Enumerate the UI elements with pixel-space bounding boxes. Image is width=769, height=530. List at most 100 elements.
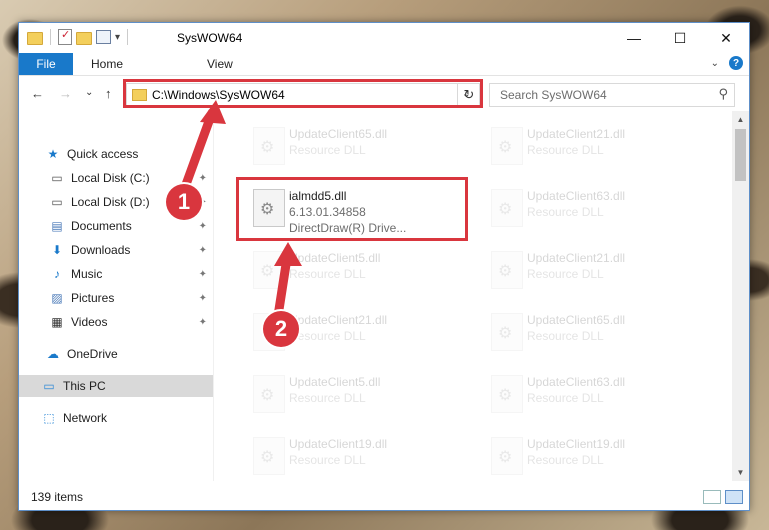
sidebar-item[interactable]: ▨ Pictures ✦ (19, 287, 213, 309)
sidebar-item[interactable]: ▦ Videos ✦ (19, 311, 213, 333)
file-type: Resource DLL (527, 329, 604, 343)
dll-file-icon (491, 437, 523, 475)
pane-divider[interactable] (213, 111, 214, 481)
file-type: Resource DLL (527, 143, 604, 157)
ribbon-tabs: File Home View ⌄ ? (19, 53, 749, 76)
title-bar: ▾ SysWOW64 — ☐ ✕ (19, 23, 749, 53)
pin-icon[interactable]: ✦ (199, 317, 207, 328)
star-icon: ★ (47, 147, 59, 161)
properties-check-icon[interactable] (58, 28, 72, 45)
videos-icon: ▦ (51, 315, 63, 329)
sidebar-item[interactable]: ▭ This PC (19, 375, 213, 397)
music-icon: ♪ (54, 267, 60, 281)
file-name: UpdateClient65.dll (289, 127, 388, 141)
sidebar-item[interactable]: ★ Quick access (19, 143, 213, 165)
file-type: Resource DLL (289, 391, 366, 405)
cloud-icon: ☁ (47, 347, 59, 361)
sidebar-item-label: Pictures (71, 291, 115, 305)
scroll-down-icon[interactable]: ▼ (732, 464, 749, 481)
status-bar: 139 items (19, 482, 749, 510)
file-item[interactable]: UpdateClient5.dll Resource DLL (239, 243, 469, 299)
vertical-scrollbar[interactable]: ▲ ▼ (732, 111, 749, 481)
tab-view[interactable]: View (207, 57, 233, 71)
file-name: UpdateClient5.dll (289, 375, 381, 389)
file-item[interactable]: UpdateClient19.dll Resource DLL (239, 429, 469, 481)
file-type: Resource DLL (289, 453, 366, 467)
properties-icon[interactable] (96, 30, 111, 44)
help-icon[interactable]: ? (729, 56, 743, 70)
search-box[interactable]: Search SysWOW64 ⚲ (489, 83, 735, 107)
folder-icon (27, 32, 43, 45)
file-name: UpdateClient63.dll (527, 189, 626, 203)
recent-locations-button[interactable]: ⌄ (85, 87, 93, 98)
pin-icon[interactable]: ✦ (199, 245, 207, 256)
download-icon: ⬇ (51, 243, 63, 257)
toolbar-divider (50, 29, 51, 45)
sidebar-item-label: OneDrive (67, 347, 118, 361)
file-type: Resource DLL (527, 205, 604, 219)
close-button[interactable]: ✕ (703, 23, 749, 53)
file-item[interactable]: UpdateClient65.dll Resource DLL (239, 119, 469, 175)
expand-ribbon-icon[interactable]: ⌄ (711, 58, 719, 69)
drive-icon: ▭ (51, 195, 63, 209)
details-view-icon[interactable] (703, 490, 721, 504)
new-folder-icon[interactable] (76, 32, 92, 45)
callout-2: 2 (263, 311, 299, 347)
scroll-thumb[interactable] (735, 129, 746, 181)
navigation-pane: ★ Quick access ▭ Local Disk (C:) ✦ ▭ Local Dis… (19, 111, 213, 481)
tab-home[interactable]: Home (91, 57, 123, 71)
file-type: Resource DLL (289, 267, 366, 281)
file-type: Resource DLL (289, 329, 366, 343)
scroll-up-icon[interactable]: ▲ (732, 111, 749, 128)
dll-file-icon (491, 313, 523, 351)
pictures-icon: ▨ (51, 291, 63, 305)
minimize-button[interactable]: — (611, 23, 657, 53)
back-button[interactable]: ← (31, 86, 44, 101)
toolbar-divider (127, 29, 129, 45)
file-item[interactable]: UpdateClient65.dll Resource DLL (477, 305, 707, 361)
sidebar-item-label: Videos (71, 315, 108, 329)
pin-icon[interactable]: ✦ (199, 173, 207, 184)
file-item[interactable]: UpdateClient21.dll Resource DLL (477, 243, 707, 299)
maximize-button[interactable]: ☐ (657, 23, 703, 53)
customize-toolbar-icon[interactable]: ▾ (115, 32, 120, 43)
dll-file-icon (253, 251, 285, 289)
drive-icon: ▭ (51, 171, 63, 185)
file-item[interactable]: UpdateClient63.dll Resource DLL (477, 181, 707, 237)
pin-icon[interactable]: ✦ (199, 293, 207, 304)
quick-access-toolbar: ▾ (27, 28, 131, 45)
sidebar-item-label: Network (63, 411, 108, 425)
file-type: Resource DLL (289, 143, 366, 157)
file-item[interactable]: UpdateClient5.dll Resource DLL (239, 367, 469, 423)
tab-file[interactable]: File (19, 53, 73, 75)
sidebar-item-label: Downloads (71, 243, 131, 257)
tiles-view-icon[interactable] (725, 490, 743, 504)
file-item[interactable]: UpdateClient21.dll Resource DLL (477, 119, 707, 175)
dll-file-icon (491, 251, 523, 289)
file-item[interactable]: UpdateClient63.dll Resource DLL (477, 367, 707, 423)
up-button[interactable]: ↑ (105, 86, 112, 101)
dll-file-icon (491, 189, 523, 227)
sidebar-item-label: This PC (63, 379, 106, 393)
dll-file-icon (253, 375, 285, 413)
dll-file-icon (491, 127, 523, 165)
window-controls: — ☐ ✕ (611, 23, 749, 53)
forward-button[interactable]: → (59, 86, 72, 101)
file-item[interactable]: UpdateClient19.dll Resource DLL (477, 429, 707, 481)
callout-1: 1 (166, 184, 202, 220)
file-name: UpdateClient21.dll (289, 313, 388, 327)
sidebar-item-label: Music (71, 267, 103, 281)
sidebar-item[interactable]: ⬇ Downloads ✦ (19, 239, 213, 261)
pin-icon[interactable]: ✦ (199, 221, 207, 232)
item-count: 139 items (31, 490, 84, 504)
network-icon: ⬚ (43, 411, 55, 425)
ribbon-right: ⌄ ? (711, 56, 743, 70)
sidebar-item[interactable]: ♪ Music ✦ (19, 263, 213, 285)
address-highlight-box (123, 79, 483, 108)
sidebar-item[interactable]: ☁ OneDrive (19, 343, 213, 365)
file-type: Resource DLL (527, 453, 604, 467)
pin-icon[interactable]: ✦ (199, 269, 207, 280)
documents-icon: ▤ (51, 219, 63, 233)
view-toggle (703, 490, 743, 504)
sidebar-item[interactable]: ⬚ Network (19, 407, 213, 429)
